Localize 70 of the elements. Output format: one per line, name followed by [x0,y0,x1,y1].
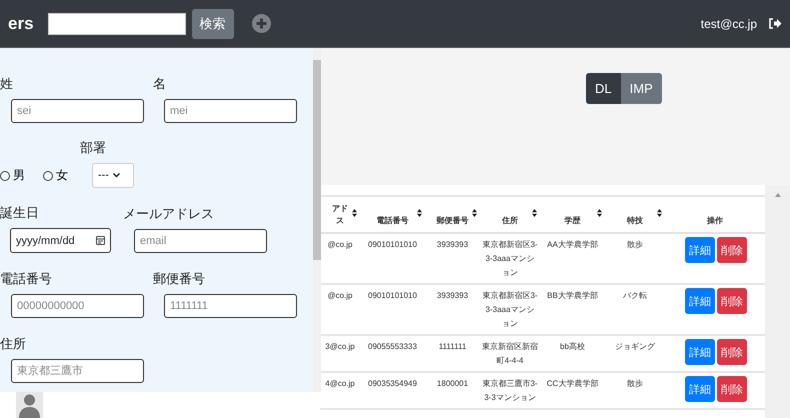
delete-button[interactable]: 削除 [717,376,747,402]
toolbar-button[interactable]: DL [586,73,621,104]
detail-button[interactable]: 詳細 [685,376,715,402]
delete-button[interactable]: 削除 [717,339,747,365]
search-field[interactable] [48,12,186,34]
field-label: 電話番号 [0,271,53,289]
field-label: 誕生日 [0,205,40,223]
scrollbar[interactable] [765,185,790,418]
table-cell: 東京都新宿区3-3-3aaaマンション [480,233,540,284]
field-label: 姓 [0,76,14,94]
radio-option[interactable]: 女 [43,167,68,184]
table-cell: バク転 [605,284,665,335]
detail-button[interactable]: 詳細 [685,237,715,263]
table-cell: 09035354949 [360,372,425,409]
table-cell: 散歩 [605,372,665,409]
column-header[interactable]: 電話番号 [360,196,425,233]
field-label: 郵便番号 [153,271,206,289]
sort-icon[interactable] [597,209,602,217]
text-field[interactable]: sei [11,99,144,123]
user-email: test@cc.jp [700,16,757,30]
chevron-icon [112,173,120,178]
select-field[interactable]: --- [92,163,134,188]
table-cell: 3939393 [425,233,480,284]
search-button[interactable]: 検索 [192,8,234,38]
table-cell: BB大学農学部 [540,284,605,335]
field-label: 住所 [0,336,27,354]
table-cell: 1111111 [425,335,480,372]
sort-icon[interactable] [472,209,477,217]
text-field[interactable]: email [134,229,267,253]
table-cell: 散歩 [605,233,665,284]
sort-icon[interactable] [532,209,537,217]
user-avatar-icon [16,392,43,418]
text-field[interactable]: 東京都三鷹市 [11,359,144,383]
radio-option[interactable]: 男 [0,167,25,184]
calendar-icon[interactable] [96,236,105,245]
table-cell: 1800001 [425,372,480,409]
table-cell: CC大学農学部 [540,372,605,409]
sort-icon[interactable] [352,209,357,217]
text-field[interactable]: mei [164,99,297,123]
delete-button[interactable]: 削除 [717,237,747,263]
detail-button[interactable]: 詳細 [685,288,715,314]
add-icon[interactable] [252,14,271,33]
scrollbar[interactable] [313,48,321,392]
field-label: 部署 [80,140,107,158]
brand-title: ers [8,14,34,34]
column-header[interactable]: 郵便番号 [425,196,480,233]
table-cell: 東京都三鷹市3-3-3マンション [480,372,540,409]
table-cell: 東京都新宿区3-3-3aaaマンション [480,284,540,335]
table-cell: 東京新宿区新宿町4-4-4 [480,335,540,372]
table-cell: 09010101010 [360,233,425,284]
table-cell: 09010101010 [360,284,425,335]
column-header[interactable]: 学歴 [540,196,605,233]
table-cell: bb高校 [540,335,605,372]
column-header[interactable]: 住所 [480,196,540,233]
table-cell: ジョギング [605,335,665,372]
sign-out-icon[interactable] [769,18,782,29]
field-label: 名 [153,76,167,94]
date-field[interactable]: yyyy/mm/dd [10,228,111,253]
delete-button[interactable]: 削除 [717,288,747,314]
table-cell: 09055553333 [360,335,425,372]
table-cell: AA大学農学部 [540,233,605,284]
detail-button[interactable]: 詳細 [685,339,715,365]
text-field[interactable]: 1111111 [164,294,297,318]
toolbar-button[interactable]: IMP [620,73,662,104]
field-label: メールアドレス [123,206,215,224]
table-cell: 3939393 [425,284,480,335]
sort-icon[interactable] [417,209,422,217]
text-field[interactable]: 00000000000 [11,294,144,318]
sort-icon[interactable] [657,209,662,217]
column-header[interactable]: 特技 [605,196,665,233]
